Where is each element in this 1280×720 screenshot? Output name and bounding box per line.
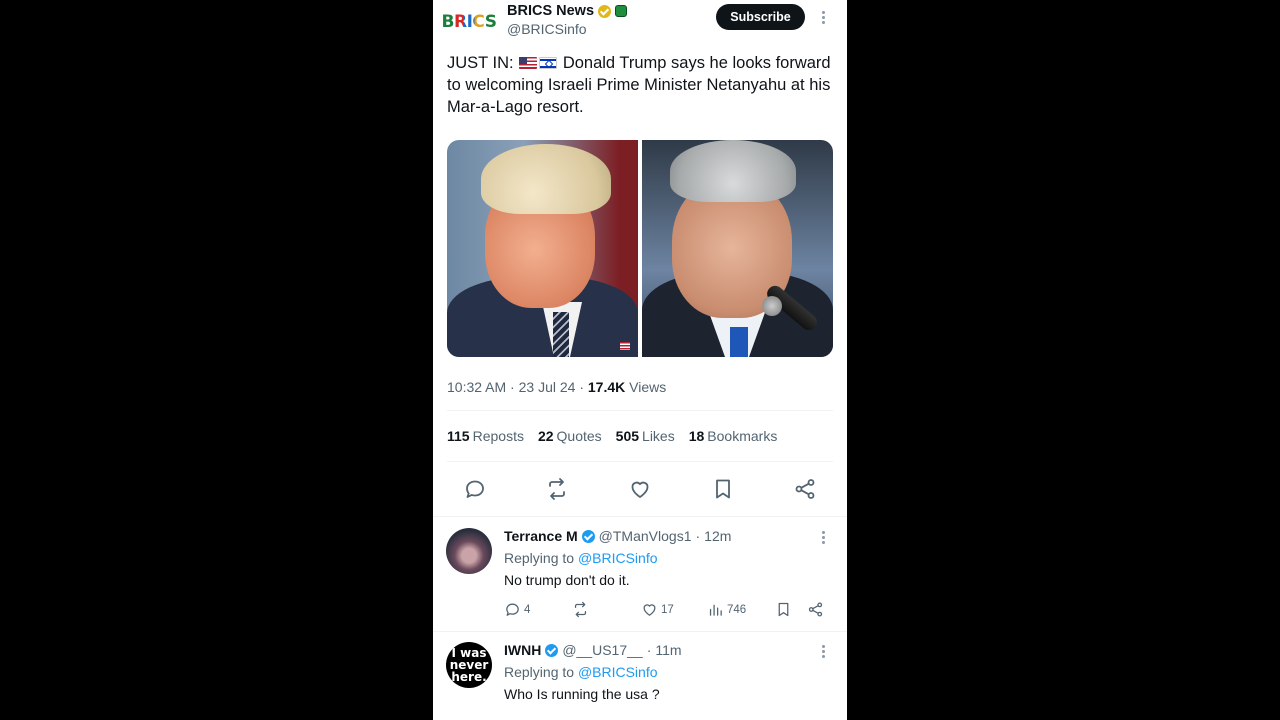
reply-count: 4	[524, 603, 531, 616]
more-options-icon[interactable]	[816, 8, 830, 26]
reply-header: Terrance M @TManVlogs1 · 12m	[504, 528, 731, 544]
account-name-row[interactable]: BRICS News	[507, 3, 628, 19]
reply-item[interactable]: I was never here. IWNH @__US17__ · 11m R…	[433, 631, 847, 720]
view-count: 746	[727, 603, 747, 616]
reposts-stat[interactable]: 115 Reposts	[447, 428, 524, 444]
separator: ·	[695, 528, 701, 544]
israel-flag-icon	[539, 57, 558, 69]
logo-text: BRICS	[441, 12, 497, 32]
reply-item[interactable]: Terrance M @TManVlogs1 · 12m Replying to…	[433, 517, 847, 631]
divider	[447, 410, 833, 411]
bookmarks-stat[interactable]: 18 Bookmarks	[689, 428, 778, 444]
like-icon[interactable]	[628, 477, 652, 501]
reply-text: Who Is running the usa ?	[504, 686, 660, 702]
reply-actions: 4 17 746	[504, 601, 824, 619]
reply-repost-action[interactable]	[572, 601, 589, 618]
reply-like-action[interactable]: 17	[641, 601, 674, 618]
reply-views-action[interactable]: 746	[707, 601, 746, 618]
bookmark-icon[interactable]	[711, 477, 735, 501]
brics-logo[interactable]: BRICS	[442, 8, 497, 36]
verified-badge-icon	[581, 529, 595, 543]
avatar[interactable]	[446, 528, 492, 574]
tweet-time[interactable]: 10:32 AM	[447, 379, 506, 395]
likes-stat[interactable]: 505 Likes	[616, 428, 675, 444]
repost-icon[interactable]	[572, 601, 589, 618]
reply-header: IWNH @__US17__ · 11m	[504, 642, 682, 658]
account-name[interactable]: BRICS News	[507, 3, 594, 19]
like-count: 17	[661, 603, 674, 616]
avatar[interactable]: I was never here.	[446, 642, 492, 688]
reply-author-name[interactable]: Terrance M	[504, 528, 578, 544]
separator: ·	[646, 642, 652, 658]
reply-time[interactable]: 11m	[655, 642, 681, 658]
photo-netanyahu[interactable]	[642, 140, 833, 357]
tweet-text-prefix: JUST IN:	[447, 54, 514, 72]
photo-trump[interactable]	[447, 140, 638, 357]
like-icon[interactable]	[641, 601, 658, 618]
tweet-media[interactable]	[447, 140, 833, 357]
tweet-text: JUST IN: Donald Trump says he looks forw…	[447, 52, 839, 118]
quotes-stat[interactable]: 22 Quotes	[538, 428, 602, 444]
subscribe-button[interactable]: Subscribe	[716, 4, 805, 30]
reply-author-handle[interactable]: @__US17__	[562, 642, 642, 658]
engagement-stats: 115 Reposts 22 Quotes 505 Likes 18 Bookmarks	[447, 428, 777, 444]
more-options-icon[interactable]	[816, 528, 830, 546]
reply-author-handle[interactable]: @TManVlogs1	[599, 528, 692, 544]
reply-icon[interactable]	[504, 601, 521, 618]
views-label: Views	[629, 379, 667, 395]
replying-to: Replying to @BRICSinfo	[504, 550, 658, 566]
reply-author-name[interactable]: IWNH	[504, 642, 541, 658]
more-options-icon[interactable]	[816, 642, 830, 660]
replying-to-link[interactable]: @BRICSinfo	[578, 664, 658, 680]
replying-to-link[interactable]: @BRICSinfo	[578, 550, 658, 566]
reply-share-action[interactable]	[807, 601, 824, 618]
account-handle[interactable]: @BRICSinfo	[507, 21, 587, 37]
tweet-meta: 10:32 AM · 23 Jul 24 · 17.4K Views	[447, 379, 667, 395]
replying-to: Replying to @BRICSinfo	[504, 664, 658, 680]
reply-text: No trump don't do it.	[504, 572, 630, 588]
repost-icon[interactable]	[545, 477, 569, 501]
views-count: 17.4K	[587, 379, 626, 395]
divider	[447, 461, 833, 462]
reply-reply-action[interactable]: 4	[504, 601, 530, 618]
tweet-detail-panel: BRICS BRICS News @BRICSinfo Subscribe JU…	[433, 0, 847, 720]
tweet-date[interactable]: 23 Jul 24	[519, 379, 576, 395]
reply-time[interactable]: 12m	[704, 528, 731, 544]
affiliate-badge-icon	[615, 5, 628, 17]
verified-org-badge-icon	[598, 4, 612, 18]
tweet-actions	[463, 477, 817, 501]
bookmark-icon[interactable]	[775, 601, 792, 618]
reply-bookmark-action[interactable]	[775, 601, 792, 618]
verified-badge-icon	[545, 643, 559, 657]
views-icon[interactable]	[707, 601, 724, 618]
us-flag-icon	[519, 57, 538, 69]
reply-icon[interactable]	[463, 477, 487, 501]
share-icon[interactable]	[793, 477, 817, 501]
share-icon[interactable]	[807, 601, 824, 618]
